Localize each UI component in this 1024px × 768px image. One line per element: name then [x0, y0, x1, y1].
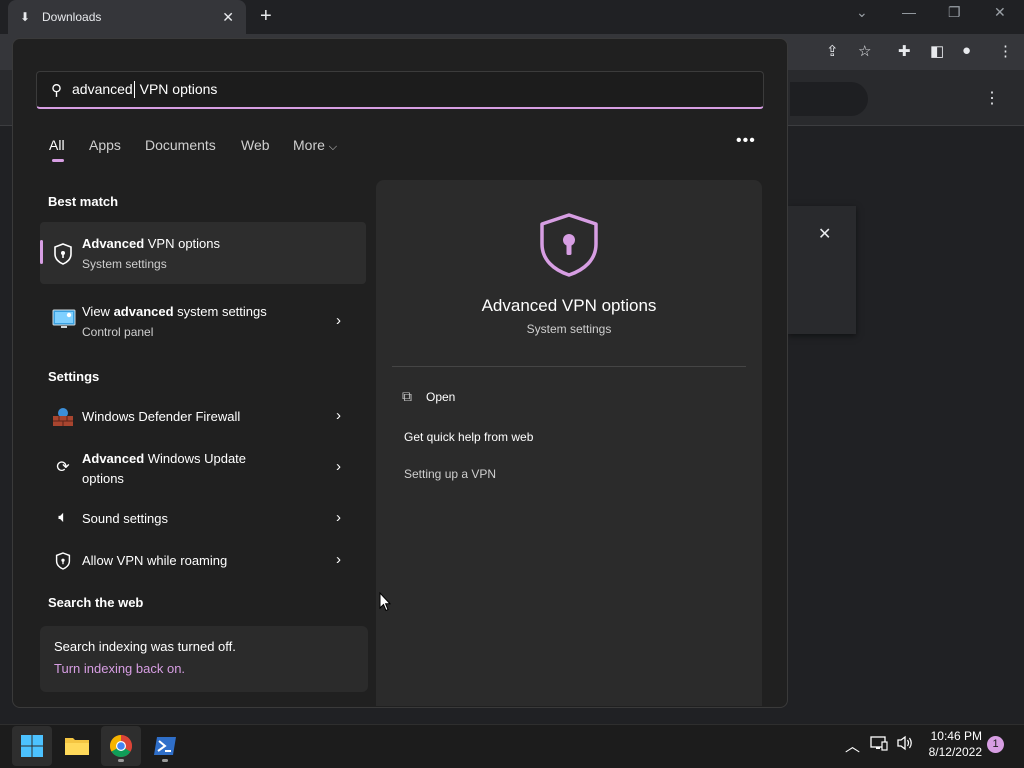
settings-header: Settings [48, 369, 100, 384]
search-input[interactable]: ⚲ advanced VPN options [36, 71, 764, 109]
tab-documents[interactable]: Documents [145, 137, 216, 153]
preview-subtitle: System settings [526, 322, 612, 336]
vpn-shield-icon [538, 212, 600, 278]
browser-tab-downloads[interactable]: ⬇ Downloads ✕ [8, 0, 246, 34]
search-icon: ⚲ [51, 81, 62, 99]
tab-web[interactable]: Web [241, 137, 270, 153]
profile-icon[interactable]: ● [962, 42, 971, 59]
result-title: Advanced Windows Update options [82, 451, 247, 486]
search-query: advanced VPN options [72, 80, 218, 99]
extensions-icon[interactable]: ✚ [898, 42, 911, 60]
result-allow-vpn-while-roaming[interactable]: Allow VPN while roaming › [40, 542, 366, 580]
setting-up-vpn-link[interactable]: Setting up a VPN [404, 467, 496, 481]
monitor-settings-icon [52, 308, 76, 335]
indexing-off-text: Search indexing was turned off. [54, 639, 236, 654]
chevron-right-icon[interactable]: › [336, 509, 341, 526]
file-explorer-button[interactable] [57, 726, 97, 766]
notification-badge[interactable]: 1 [987, 736, 1004, 753]
clock-date[interactable]: 8/12/2022 [922, 745, 982, 759]
tab-apps[interactable]: Apps [89, 137, 121, 153]
running-indicator [118, 759, 124, 762]
network-icon[interactable] [870, 735, 888, 755]
result-view-advanced-system-settings[interactable]: View advanced system settings Control pa… [40, 292, 366, 352]
tab-search-icon[interactable]: ⌄ [856, 4, 868, 21]
minimize-button[interactable]: — [902, 4, 916, 20]
speaker-icon: 🔈︎ [58, 509, 68, 526]
result-advanced-windows-update-options[interactable]: ⟳ Advanced Windows Update options › [40, 442, 366, 494]
mouse-cursor-icon [379, 591, 392, 612]
indexing-notice: Search indexing was turned off. Turn ind… [40, 626, 368, 692]
sync-icon: ⟳ [56, 459, 70, 476]
firewall-icon [52, 407, 74, 432]
browser-tab-title: Downloads [42, 10, 102, 24]
preview-divider [392, 366, 746, 367]
restore-button[interactable]: ❐ [948, 4, 961, 21]
powershell-icon [154, 737, 176, 755]
start-button[interactable] [12, 726, 52, 766]
open-label: Open [426, 389, 456, 404]
result-title: Sound settings [82, 511, 169, 526]
best-match-header: Best match [48, 194, 119, 209]
downloads-menu-icon[interactable]: ⋮ [984, 88, 1000, 108]
chrome-menu-icon[interactable]: ⋮ [998, 42, 1013, 60]
chevron-right-icon[interactable]: › [336, 551, 341, 568]
new-tab-button[interactable]: + [260, 5, 272, 28]
clock-time[interactable]: 10:46 PM [926, 729, 982, 743]
quick-help-header: Get quick help from web [404, 430, 534, 444]
side-panel-icon[interactable]: ◧ [930, 42, 944, 60]
result-subtitle: System settings [82, 257, 167, 271]
tab-all[interactable]: All [49, 137, 65, 153]
result-title: Advanced VPN options [82, 236, 221, 251]
search-web-header: Search the web [48, 595, 144, 610]
turn-indexing-on-link[interactable]: Turn indexing back on. [54, 661, 185, 676]
dialog-close-icon[interactable]: ✕ [818, 224, 831, 244]
result-sound-settings[interactable]: 🔈︎ Sound settings › [40, 500, 366, 538]
shield-icon [52, 552, 74, 575]
chevron-up-icon[interactable]: ︿ [845, 735, 860, 756]
chevron-down-icon: ⌵ [328, 141, 338, 153]
folder-icon [65, 738, 89, 755]
windows-logo-icon [21, 735, 43, 757]
running-indicator [162, 759, 168, 762]
open-action[interactable]: ⧉ Open [402, 388, 455, 405]
result-advanced-vpn-options[interactable]: Advanced VPN options System settings [40, 222, 366, 284]
tab-more[interactable]: More ⌵ [293, 137, 337, 154]
preview-title: Advanced VPN options [481, 296, 657, 315]
download-icon: ⬇ [20, 10, 31, 24]
bookmark-star-icon[interactable]: ☆ [858, 42, 871, 60]
share-icon[interactable]: ⇪ [826, 42, 839, 60]
result-subtitle: Control panel [82, 325, 154, 339]
chevron-right-icon[interactable]: › [336, 312, 341, 329]
volume-icon[interactable] [896, 735, 914, 755]
result-title: Allow VPN while roaming [82, 553, 228, 568]
more-options-icon[interactable]: ••• [736, 132, 756, 150]
active-tab-indicator [52, 159, 64, 162]
result-title: View advanced system settings [82, 304, 267, 319]
result-title: Windows Defender Firewall [82, 409, 241, 424]
close-window-button[interactable]: ✕ [994, 4, 1006, 21]
chevron-right-icon[interactable]: › [336, 407, 341, 424]
close-tab-icon[interactable]: ✕ [222, 9, 234, 26]
chevron-right-icon[interactable]: › [336, 458, 341, 475]
open-external-icon: ⧉ [402, 388, 412, 404]
chrome-icon [110, 735, 132, 757]
downloads-search-field[interactable] [790, 82, 868, 116]
shield-icon [52, 243, 74, 270]
result-windows-defender-firewall[interactable]: Windows Defender Firewall › [40, 398, 366, 436]
